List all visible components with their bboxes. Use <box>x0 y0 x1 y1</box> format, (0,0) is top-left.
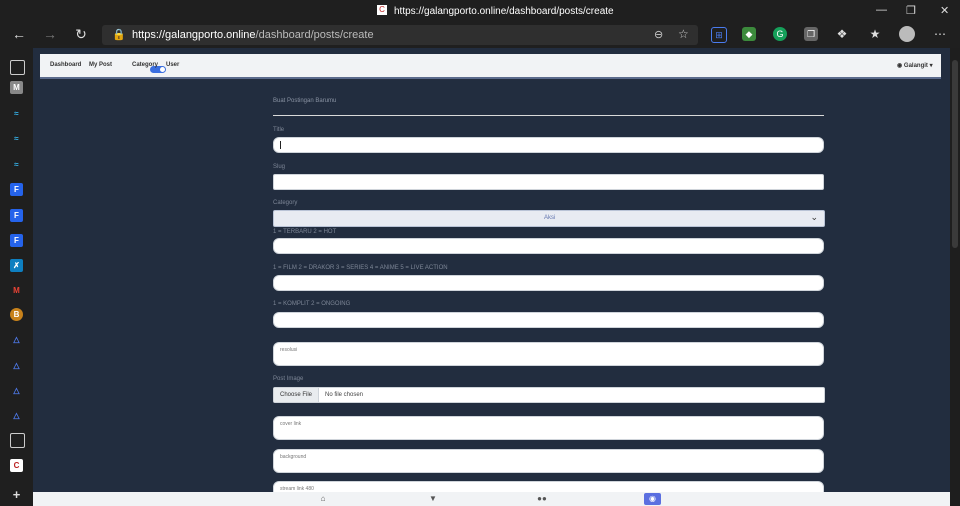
users-icon[interactable]: ●● <box>534 494 550 503</box>
lock-icon: 🔒 <box>112 29 126 41</box>
tab-site-icon[interactable]: △ <box>10 409 23 422</box>
nav-dashboard[interactable]: Dashboard <box>50 62 81 68</box>
title-label: Title <box>273 127 285 133</box>
slug-label: Slug <box>273 164 286 170</box>
slug-input[interactable] <box>273 174 824 190</box>
browser-toolbar: ← → ↻ 🔒 https://galangporto.online/dashb… <box>0 22 960 48</box>
file-status: No file chosen <box>325 392 364 398</box>
top-navigation: Dashboard My Post Category User ◉ Galang… <box>40 54 941 79</box>
refresh-icon[interactable]: ↻ <box>72 26 90 43</box>
new-tab-icon[interactable]: + <box>10 488 23 501</box>
background-placeholder: background <box>280 454 307 460</box>
choose-file-button[interactable]: Choose File <box>274 388 319 402</box>
heading-divider <box>273 115 824 116</box>
tab-site-icon[interactable] <box>10 433 25 448</box>
extensions-puzzle-icon[interactable]: ❖ <box>835 27 849 41</box>
tab-tailwind-icon[interactable]: ≈ <box>10 158 23 171</box>
category-select[interactable]: Aksi ⌄ <box>273 210 825 227</box>
zoom-icon[interactable]: ⊖ <box>654 28 663 41</box>
favorites-icon[interactable]: ★ <box>868 27 882 41</box>
tab-vscode-icon[interactable]: ✗ <box>10 259 23 272</box>
tab-site-icon[interactable]: △ <box>10 359 23 372</box>
post-image-label: Post Image <box>273 376 304 382</box>
nav-category[interactable]: Category <box>132 62 158 68</box>
home-icon[interactable]: ⌂ <box>315 494 331 503</box>
title-input[interactable] <box>273 137 824 153</box>
back-arrow-icon[interactable]: ← <box>10 26 28 42</box>
status-hint: 1 = TERBARU 2 = HOT <box>273 229 337 235</box>
tab-site-icon[interactable]: △ <box>10 384 23 397</box>
page-scrollbar[interactable] <box>950 48 960 506</box>
profile-avatar[interactable] <box>899 26 915 42</box>
tab-site-icon[interactable]: F <box>10 234 23 247</box>
scrollbar-thumb[interactable] <box>952 60 958 248</box>
chevron-down-icon: ⌄ <box>810 212 818 222</box>
collections-icon[interactable]: ❐ <box>804 27 818 41</box>
resolusi-input[interactable]: resolusi <box>273 342 824 366</box>
favorite-star-icon[interactable]: ☆ <box>678 27 689 41</box>
restore-icon[interactable]: ❐ <box>906 4 916 17</box>
url-path: /dashboard/posts/create <box>255 29 374 41</box>
tab-active-site-icon[interactable]: C <box>10 459 23 472</box>
tab-gmail-icon[interactable]: M <box>10 284 23 297</box>
chevron-down-icon: ▾ <box>927 63 933 69</box>
account-menu[interactable]: ◉ Galangit ▾ <box>897 62 933 69</box>
progress-input[interactable] <box>273 312 824 328</box>
address-url[interactable]: https://galangporto.online/dashboard/pos… <box>132 29 374 41</box>
forward-arrow-icon[interactable]: → <box>41 26 59 42</box>
address-bar[interactable]: 🔒 https://galangporto.online/dashboard/p… <box>102 25 698 45</box>
nav-my-posts[interactable]: My Post <box>89 62 112 68</box>
category-label: Category <box>273 200 298 206</box>
tab-tailwind-icon[interactable]: ≈ <box>10 107 23 120</box>
crop-extension-icon[interactable]: ⊞ <box>711 27 727 43</box>
close-icon[interactable]: ✕ <box>940 4 949 17</box>
type-hint: 1 = FILM 2 = DRAKOR 3 = SERIES 4 = ANIME… <box>273 265 448 271</box>
tab-site-icon[interactable]: F <box>10 209 23 222</box>
bottom-navigation: ⌂ ▼ ●● ◉ <box>33 492 950 506</box>
status-input[interactable] <box>273 238 824 254</box>
tab-tailwind-icon[interactable]: ≈ <box>10 132 23 145</box>
stream-link-480-input[interactable]: stream link 480 <box>273 481 824 492</box>
tab-site-icon[interactable]: B <box>10 308 23 321</box>
cover-link-placeholder: cover link <box>280 421 302 427</box>
minimize-icon[interactable]: — <box>876 4 887 16</box>
window-title: https://galangporto.online/dashboard/pos… <box>394 6 614 17</box>
url-domain: https://galangporto.online <box>132 29 256 41</box>
category-selected-value: Aksi <box>544 215 556 221</box>
vertical-tab-strip: M ≈ ≈ ≈ F F F ✗ M B △ △ △ △ C + <box>0 48 34 506</box>
form-heading: Buat Postingan Barumu <box>273 98 337 104</box>
user-circle-icon[interactable]: ◉ <box>644 493 661 505</box>
grammarly-icon[interactable]: G <box>773 27 787 41</box>
extension-icon[interactable]: ◆ <box>742 27 756 41</box>
tab-mail-icon[interactable]: M <box>10 81 23 94</box>
site-favicon: C <box>377 5 387 15</box>
user-icon: ◉ <box>897 63 904 69</box>
filter-icon[interactable]: ▼ <box>425 494 441 503</box>
browser-title-bar: C https://galangporto.online/dashboard/p… <box>0 0 960 22</box>
tab-site-icon[interactable]: △ <box>10 333 23 346</box>
background-input[interactable]: background <box>273 449 824 473</box>
page-content: Dashboard My Post Category User ◉ Galang… <box>33 48 950 492</box>
progress-hint: 1 = KOMPLIT 2 = ONGOING <box>273 301 351 307</box>
cover-link-input[interactable]: cover link <box>273 416 824 440</box>
more-menu-icon[interactable]: ⋯ <box>933 27 947 41</box>
account-name: Galangit <box>903 63 928 69</box>
nav-user[interactable]: User <box>166 62 179 68</box>
tab-actions-icon[interactable] <box>10 60 25 75</box>
resolusi-placeholder: resolusi <box>280 347 298 353</box>
text-caret <box>280 141 281 149</box>
tab-site-icon[interactable]: F <box>10 183 23 196</box>
type-input[interactable] <box>273 275 824 291</box>
post-image-file-input[interactable]: Choose File No file chosen <box>273 387 825 403</box>
